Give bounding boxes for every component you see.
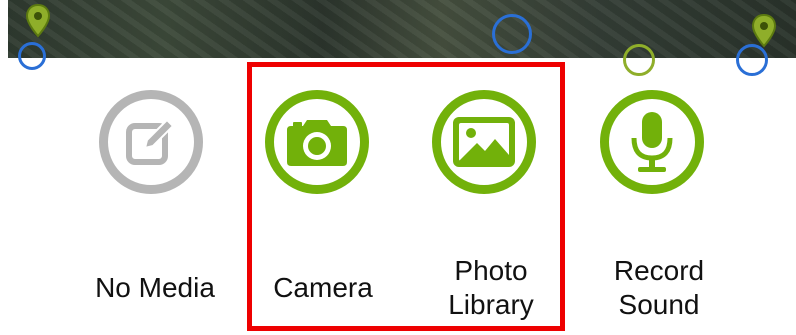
- camera-icon: [287, 120, 347, 166]
- no-media-label: No Media: [95, 272, 215, 303]
- no-media-circle: [99, 90, 203, 194]
- photo-library-circle: [432, 90, 536, 194]
- edit-icon: [126, 118, 175, 165]
- camera-circle: [265, 90, 369, 194]
- photo-library-button[interactable]: Photo Library: [416, 0, 566, 335]
- camera-label: Camera: [273, 272, 373, 303]
- record-sound-button[interactable]: Record Sound: [584, 0, 734, 335]
- no-media-button[interactable]: No Media: [80, 0, 230, 335]
- map-pin-icon: [752, 14, 776, 48]
- record-sound-label: Record Sound: [613, 255, 705, 320]
- photo-library-label: Photo Library: [448, 255, 534, 320]
- map-marker-ring-icon: [18, 42, 46, 70]
- map-marker-ring-icon: [492, 14, 532, 54]
- record-sound-circle: [600, 90, 704, 194]
- microphone-icon: [631, 112, 673, 172]
- map-marker-ring-icon: [623, 44, 655, 76]
- map-marker-ring-icon: [736, 44, 768, 76]
- camera-button[interactable]: Camera: [248, 0, 398, 335]
- photo-icon: [453, 117, 515, 167]
- map-pin-icon: [26, 4, 50, 38]
